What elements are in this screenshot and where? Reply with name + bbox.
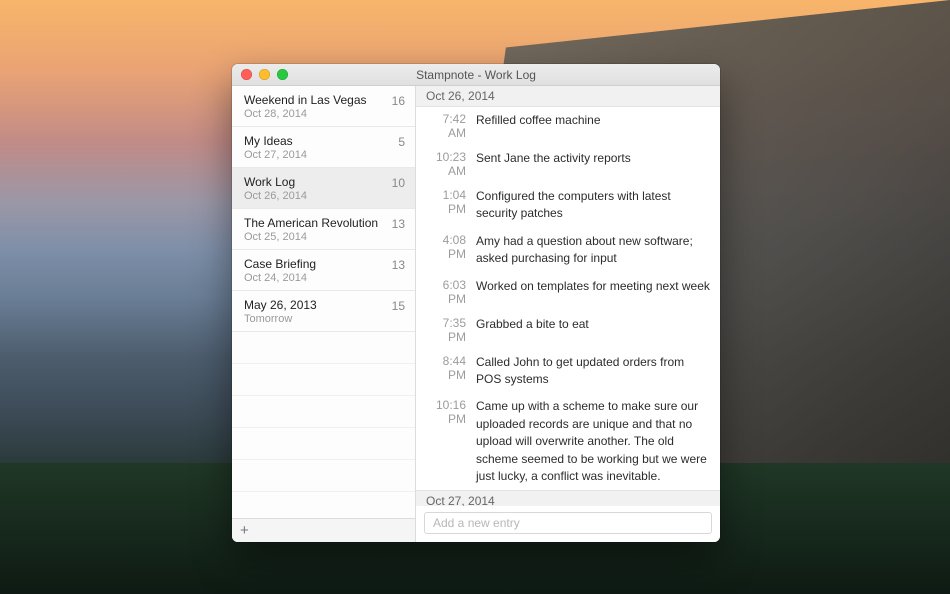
- entry-text: Worked on templates for meeting next wee…: [476, 278, 710, 306]
- entry-time: 10:16 PM: [422, 398, 476, 485]
- note-date: Oct 26, 2014: [244, 190, 384, 202]
- window-title: Stampnote - Work Log: [232, 68, 720, 82]
- date-header: Oct 27, 2014: [416, 490, 720, 506]
- titlebar[interactable]: Stampnote - Work Log: [232, 64, 720, 86]
- note-text: Work LogOct 26, 2014: [244, 175, 384, 202]
- note-count: 15: [384, 299, 405, 313]
- log-entry[interactable]: 6:03 PMWorked on templates for meeting n…: [416, 273, 720, 311]
- entry-time: 10:23 AM: [422, 150, 476, 178]
- entry-time: 7:42 AM: [422, 112, 476, 140]
- sidebar-item-2[interactable]: Work LogOct 26, 201410: [232, 168, 415, 209]
- note-date: Oct 28, 2014: [244, 108, 384, 120]
- date-header: Oct 26, 2014: [416, 86, 720, 107]
- entry-time: 1:04 PM: [422, 188, 476, 223]
- note-text: May 26, 2013Tomorrow: [244, 298, 384, 325]
- note-list: Weekend in Las VegasOct 28, 201416My Ide…: [232, 86, 415, 518]
- entry-time: 7:35 PM: [422, 316, 476, 344]
- note-title: Work Log: [244, 175, 384, 189]
- note-title: Weekend in Las Vegas: [244, 93, 384, 107]
- note-list-empty-row: [232, 332, 415, 364]
- sidebar-item-4[interactable]: Case BriefingOct 24, 201413: [232, 250, 415, 291]
- log-entry[interactable]: 8:44 PMCalled John to get updated orders…: [416, 349, 720, 394]
- note-date: Oct 24, 2014: [244, 272, 384, 284]
- note-list-empty-row: [232, 364, 415, 396]
- note-date: Oct 25, 2014: [244, 231, 384, 243]
- log-entry[interactable]: 7:35 PMGrabbed a bite to eat: [416, 311, 720, 349]
- entry-text: Amy had a question about new software; a…: [476, 233, 710, 268]
- entry-text: Called John to get updated orders from P…: [476, 354, 710, 389]
- entry-time: 6:03 PM: [422, 278, 476, 306]
- note-title: Case Briefing: [244, 257, 384, 271]
- note-list-empty-row: [232, 460, 415, 492]
- log-entry[interactable]: 4:08 PMAmy had a question about new soft…: [416, 228, 720, 273]
- log-entry[interactable]: 1:04 PMConfigured the computers with lat…: [416, 183, 720, 228]
- note-list-empty-row: [232, 428, 415, 460]
- entry-text: Grabbed a bite to eat: [476, 316, 710, 344]
- note-count: 5: [390, 135, 405, 149]
- note-title: May 26, 2013: [244, 298, 384, 312]
- note-date: Oct 27, 2014: [244, 149, 390, 161]
- entry-time: 8:44 PM: [422, 354, 476, 389]
- note-title: My Ideas: [244, 134, 390, 148]
- window-body: Weekend in Las VegasOct 28, 201416My Ide…: [232, 86, 720, 542]
- sidebar-item-0[interactable]: Weekend in Las VegasOct 28, 201416: [232, 86, 415, 127]
- note-title: The American Revolution: [244, 216, 384, 230]
- log-entry[interactable]: 7:42 AMRefilled coffee machine: [416, 107, 720, 145]
- note-text: My IdeasOct 27, 2014: [244, 134, 390, 161]
- entry-text: Refilled coffee machine: [476, 112, 710, 140]
- note-text: Weekend in Las VegasOct 28, 2014: [244, 93, 384, 120]
- entry-text: Came up with a scheme to make sure our u…: [476, 398, 710, 485]
- note-list-empty-row: [232, 396, 415, 428]
- sidebar-item-3[interactable]: The American RevolutionOct 25, 201413: [232, 209, 415, 250]
- note-date: Tomorrow: [244, 313, 384, 325]
- sidebar: Weekend in Las VegasOct 28, 201416My Ide…: [232, 86, 416, 542]
- entry-text: Configured the computers with latest sec…: [476, 188, 710, 223]
- entry-time: 4:08 PM: [422, 233, 476, 268]
- sidebar-item-1[interactable]: My IdeasOct 27, 20145: [232, 127, 415, 168]
- note-count: 13: [384, 217, 405, 231]
- note-text: The American RevolutionOct 25, 2014: [244, 216, 384, 243]
- note-count: 10: [384, 176, 405, 190]
- entries-list: Oct 26, 20147:42 AMRefilled coffee machi…: [416, 86, 720, 506]
- log-entry[interactable]: 10:16 PMCame up with a scheme to make su…: [416, 393, 720, 490]
- add-note-button[interactable]: +: [240, 523, 249, 538]
- sidebar-item-5[interactable]: May 26, 2013Tomorrow15: [232, 291, 415, 332]
- sidebar-footer: +: [232, 518, 415, 542]
- app-window: Stampnote - Work Log Weekend in Las Vega…: [232, 64, 720, 542]
- entry-text: Sent Jane the activity reports: [476, 150, 710, 178]
- desktop-wallpaper: Stampnote - Work Log Weekend in Las Vega…: [0, 0, 950, 594]
- note-count: 13: [384, 258, 405, 272]
- note-count: 16: [384, 94, 405, 108]
- main-panel: Oct 26, 20147:42 AMRefilled coffee machi…: [416, 86, 720, 542]
- note-text: Case BriefingOct 24, 2014: [244, 257, 384, 284]
- new-entry-input[interactable]: [424, 512, 712, 534]
- log-entry[interactable]: 10:23 AMSent Jane the activity reports: [416, 145, 720, 183]
- new-entry-container: [416, 506, 720, 542]
